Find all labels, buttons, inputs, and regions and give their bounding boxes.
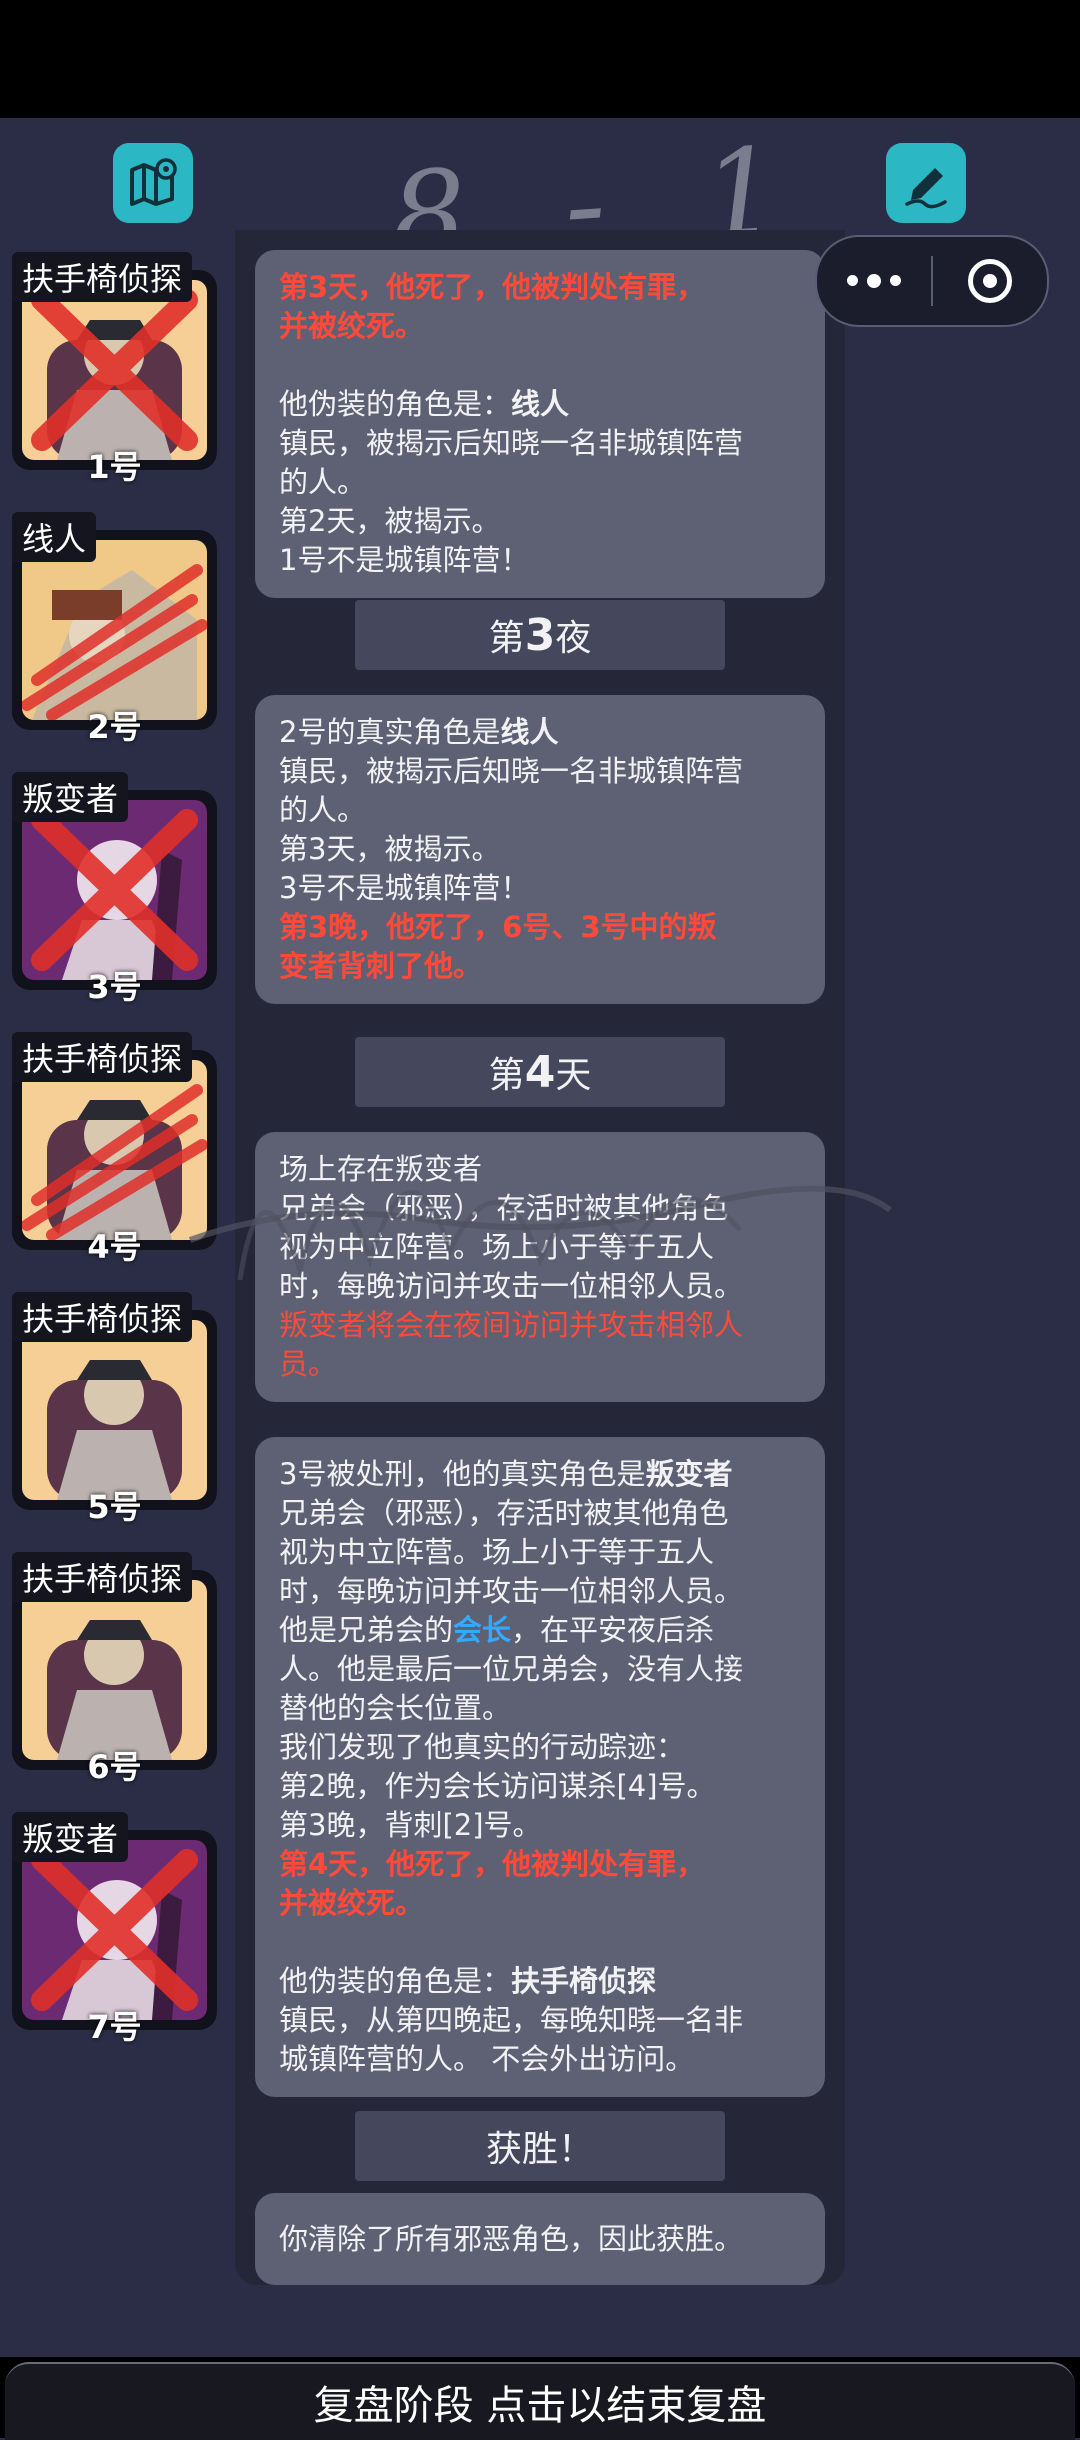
log-card: 3号被处刑，他的真实角色是叛变者 兄弟会（邪恶），存活时被其他角色 视为中立阵营… — [255, 1437, 825, 2097]
role-desc: 的人。 — [279, 465, 367, 499]
end-review-button[interactable]: 复盘阶段 点击以结束复盘 — [5, 2362, 1075, 2440]
event-text: 第2天，被揭示。 — [279, 504, 501, 538]
event-text: 1号不是城镇阵营！ — [279, 543, 530, 577]
dead-x-mark — [31, 289, 198, 451]
section-header-night-3: 第3夜 — [355, 600, 725, 670]
section-header-day-4: 第4天 — [355, 1037, 725, 1107]
map-icon — [130, 158, 177, 206]
player-number: 4号 — [87, 1228, 142, 1266]
player-number: 3号 — [87, 968, 142, 1006]
player-number: 2号 — [87, 708, 142, 746]
more-button[interactable] — [817, 273, 931, 288]
death-text: 并被绞死。 — [279, 309, 425, 343]
disguise-role: 线人 — [511, 387, 570, 421]
player-role-label: 叛变者 — [12, 1812, 129, 1862]
player-number: 5号 — [87, 1488, 142, 1526]
player-role-label: 扶手椅侦探 — [12, 252, 193, 302]
miniprogram-capsule — [815, 235, 1049, 327]
player-role-label: 扶手椅侦探 — [12, 1032, 193, 1082]
leader-link[interactable]: 会长 — [453, 1613, 511, 1647]
player-number: 7号 — [87, 2008, 142, 2046]
player-role-label: 扶手椅侦探 — [12, 1292, 193, 1342]
log-card: 场上存在叛变者 兄弟会（邪恶），存活时被其他角色 视为中立阵营。场上小于等于五人… — [255, 1132, 825, 1402]
section-header-victory: 获胜！ — [355, 2111, 725, 2181]
disguise-label: 他伪装的角色是： — [279, 387, 512, 421]
close-miniprogram-button[interactable] — [933, 259, 1047, 303]
log-card: 第3天，他死了，他被判处有罪， 并被绞死。 他伪装的角色是：线人 镇民，被揭示后… — [255, 250, 825, 598]
map-button[interactable] — [113, 143, 193, 223]
player-role-label: 叛变者 — [12, 772, 129, 822]
dead-x-mark — [31, 1849, 198, 2011]
player-role-label: 线人 — [12, 512, 97, 562]
close-target-icon — [968, 259, 1012, 303]
more-dots-icon — [847, 274, 858, 286]
log-card: 2号的真实角色是线人 镇民，被揭示后知晓一名非城镇阵营 的人。 第3天，被揭示。… — [255, 695, 825, 1004]
player-role-label: 扶手椅侦探 — [12, 1552, 193, 1602]
detective-avatar — [47, 1360, 182, 1500]
player-number: 1号 — [87, 448, 142, 486]
notes-button[interactable] — [886, 143, 966, 223]
detective-avatar — [47, 1620, 182, 1760]
dead-x-mark — [31, 809, 198, 971]
status-bar — [0, 0, 1080, 118]
log-card: 你清除了所有邪恶角色，因此获胜。 — [255, 2193, 825, 2285]
attack-claw-mark — [22, 1084, 207, 1240]
attack-claw-mark — [22, 564, 207, 720]
death-text: 第3天，他死了，他被判处有罪， — [279, 270, 706, 304]
player-number: 6号 — [87, 1748, 142, 1786]
role-desc: 镇民，被揭示后知晓一名非城镇阵营 — [279, 426, 744, 460]
disguise-line: 他伪装的角色是：线人 — [279, 385, 801, 424]
pencil-icon — [905, 168, 947, 209]
